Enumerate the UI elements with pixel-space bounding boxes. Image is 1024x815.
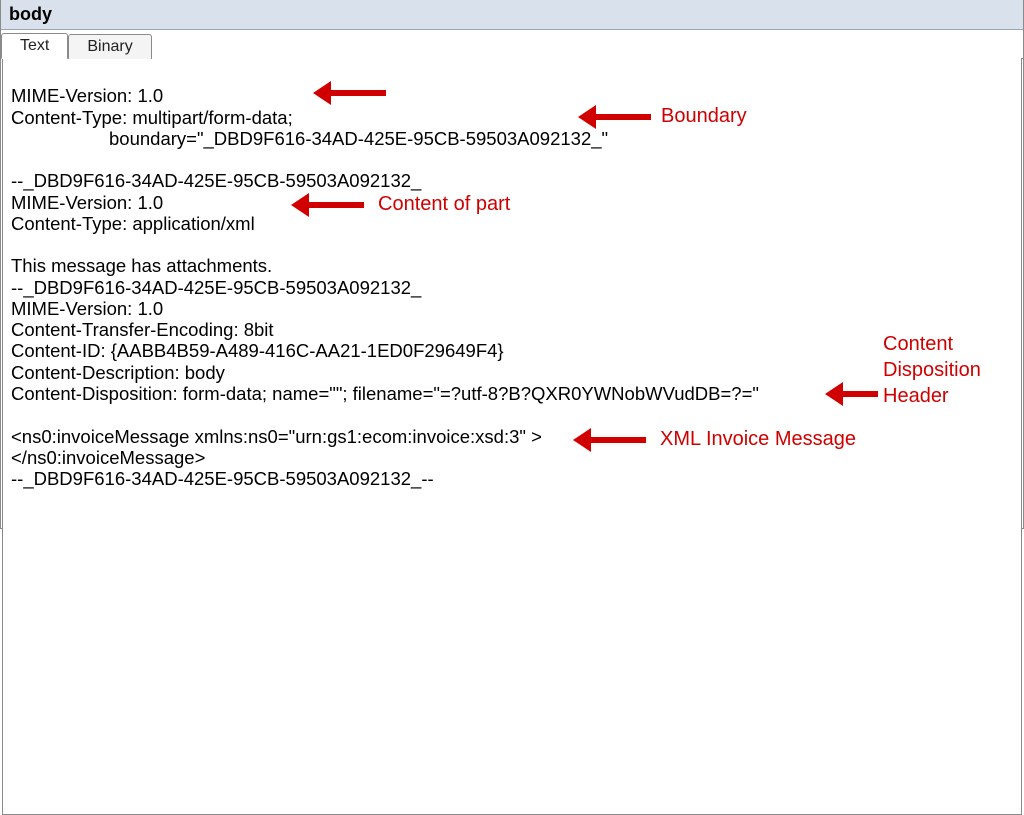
line: Content-Disposition: form-data; name="";…	[11, 383, 759, 404]
annotation-content-of-part: Content of part	[291, 193, 510, 216]
line: Content-Description: body	[11, 362, 225, 383]
annotation-content-disposition-header	[825, 385, 878, 403]
arrow-left-icon	[291, 196, 364, 214]
line: <ns0:invoiceMessage xmlns:ns0="urn:gs1:e…	[11, 426, 542, 447]
annotation-label: XML Invoice Message	[660, 428, 856, 451]
tab-binary[interactable]: Binary	[68, 34, 151, 59]
annotation-label: Boundary	[661, 105, 747, 128]
line: </ns0:invoiceMessage>	[11, 447, 205, 468]
annotation-xml-invoice-message: XML Invoice Message	[573, 428, 856, 451]
body-panel: body Text Binary MIME-Version: 1.0 Conte…	[0, 0, 1024, 529]
line: --_DBD9F616-34AD-425E-95CB-59503A092132_	[11, 277, 421, 298]
annotation-arrow	[313, 84, 386, 102]
panel-title: body	[1, 0, 1023, 30]
arrow-left-icon	[313, 84, 386, 102]
line: MIME-Version: 1.0	[11, 192, 163, 213]
line: This message has attachments.	[11, 255, 272, 276]
tab-text[interactable]: Text	[1, 33, 68, 59]
line: Content-Transfer-Encoding: 8bit	[11, 319, 274, 340]
annotation-content-disposition-label: Content Disposition Header	[883, 331, 981, 409]
line: boundary="_DBD9F616-34AD-425E-95CB-59503…	[11, 128, 608, 149]
line: Content-Type: multipart/form-data;	[11, 107, 293, 128]
arrow-left-icon	[825, 385, 878, 403]
content-frame: MIME-Version: 1.0 Content-Type: multipar…	[2, 58, 1022, 815]
annotation-label: Content Disposition Header	[883, 331, 981, 409]
arrow-left-icon	[578, 108, 651, 126]
text-pane[interactable]: MIME-Version: 1.0 Content-Type: multipar…	[3, 58, 1021, 814]
line: MIME-Version: 1.0	[11, 298, 163, 319]
annotation-label: Content of part	[378, 193, 510, 216]
line: --_DBD9F616-34AD-425E-95CB-59503A092132_	[11, 170, 421, 191]
line: Content-Type: application/xml	[11, 213, 255, 234]
arrow-left-icon	[573, 431, 646, 449]
line: --_DBD9F616-34AD-425E-95CB-59503A092132_…	[11, 468, 434, 489]
tab-row: Text Binary	[1, 30, 1023, 59]
line: Content-ID: {AABB4B59-A489-416C-AA21-1ED…	[11, 340, 504, 361]
line: MIME-Version: 1.0	[11, 85, 163, 106]
annotation-boundary: Boundary	[578, 105, 747, 128]
